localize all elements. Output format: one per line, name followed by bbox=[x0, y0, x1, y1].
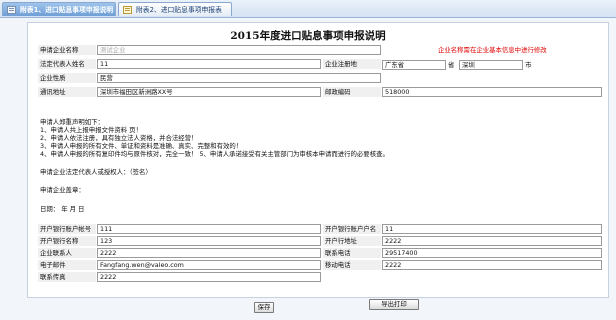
document-icon bbox=[7, 6, 16, 14]
province-suffix: 省 bbox=[448, 61, 455, 69]
city-field[interactable]: 深圳 bbox=[459, 60, 523, 70]
fax-label: 联系传真 bbox=[38, 272, 96, 282]
declaration-line-4: 4、申请人申报的所有复印件均与原件核对，完全一致！ 5、申请人承诺接受有关主管部… bbox=[40, 150, 389, 158]
date-line: 日期： 年 月 日 bbox=[40, 205, 85, 213]
declaration-line-2: 2、申请人依法注册，具有独立法人资格，并合法经营！ bbox=[40, 134, 198, 142]
phone-field[interactable]: 29517400 bbox=[382, 248, 602, 258]
company-name-field[interactable]: 测试企业 bbox=[97, 45, 381, 55]
tab-attachment-2[interactable]: 附表2、进口贴息事项申报表 bbox=[118, 2, 232, 16]
contact-field[interactable]: 2222 bbox=[97, 248, 321, 258]
export-print-button[interactable]: 导出打印 bbox=[369, 299, 419, 310]
postcode-label: 邮政编码 bbox=[323, 87, 381, 97]
save-button[interactable]: 保存 bbox=[254, 302, 274, 313]
account-no-field[interactable]: 111 bbox=[97, 224, 321, 234]
bank-name-field[interactable]: 123 bbox=[97, 236, 321, 246]
account-name-label: 开户银行账户户名 bbox=[323, 224, 381, 234]
bank-name-label: 开户银行名称 bbox=[38, 236, 96, 246]
contact-label: 企业联系人 bbox=[38, 248, 96, 258]
declaration-line-1: 1、申请人共上报申报文件资料 页！ bbox=[40, 126, 142, 134]
fax-field[interactable]: 2222 bbox=[97, 272, 321, 282]
email-label: 电子邮件 bbox=[38, 260, 96, 270]
tab-bar: 附表1、进口贴息事项申报说明 附表2、进口贴息事项申报表 bbox=[0, 0, 616, 18]
address-field[interactable]: 深圳市福田区新洲路XX号 bbox=[97, 87, 321, 97]
province-field[interactable]: 广东省 bbox=[382, 60, 446, 70]
phone-label: 联系电话 bbox=[323, 248, 381, 258]
postcode-field[interactable]: 518000 bbox=[382, 87, 602, 97]
mobile-field[interactable]: 2222 bbox=[382, 260, 602, 270]
document-icon bbox=[123, 6, 132, 14]
nature-field[interactable]: 民营 bbox=[97, 73, 381, 83]
bank-addr-field[interactable]: 2222 bbox=[382, 236, 602, 246]
seal-line: 申请企业盖章： bbox=[40, 186, 85, 194]
signature-line: 申请企业法定代表人或授权人：（签名） bbox=[40, 168, 152, 176]
company-name-note: 企业名称需在企业基本信息中进行修改 bbox=[438, 46, 547, 54]
address-label: 通讯地址 bbox=[38, 87, 96, 97]
email-field[interactable]: Fangfang.wen@valeo.com bbox=[97, 260, 321, 270]
reg-place-label: 企业注册地 bbox=[323, 59, 381, 69]
account-name-field[interactable]: 11 bbox=[382, 224, 602, 234]
declaration-line-3: 3、申请人申报的所有文件、单证和资料是准确、真实、完整和有效的！ bbox=[40, 142, 243, 150]
tab-attachment-1-label: 附表1、进口贴息事项申报说明 bbox=[20, 6, 114, 14]
city-suffix: 市 bbox=[525, 61, 532, 69]
legal-rep-field[interactable]: 11 bbox=[97, 59, 321, 69]
mobile-label: 移动电话 bbox=[323, 260, 381, 270]
page-title: 2015年度进口贴息事项申报说明 bbox=[230, 30, 386, 42]
tab-attachment-2-label: 附表2、进口贴息事项申报表 bbox=[136, 6, 222, 14]
declaration-heading: 申请人郑重声明如下： bbox=[40, 118, 104, 126]
bank-addr-label: 开户行地址 bbox=[323, 236, 381, 246]
account-no-label: 开户银行账户帐号 bbox=[38, 224, 96, 234]
nature-label: 企业性质 bbox=[38, 73, 96, 83]
tab-attachment-1[interactable]: 附表1、进口贴息事项申报说明 bbox=[2, 2, 116, 16]
legal-rep-label: 法定代表人姓名 bbox=[38, 59, 96, 69]
company-name-label: 申请企业名称 bbox=[38, 45, 96, 55]
